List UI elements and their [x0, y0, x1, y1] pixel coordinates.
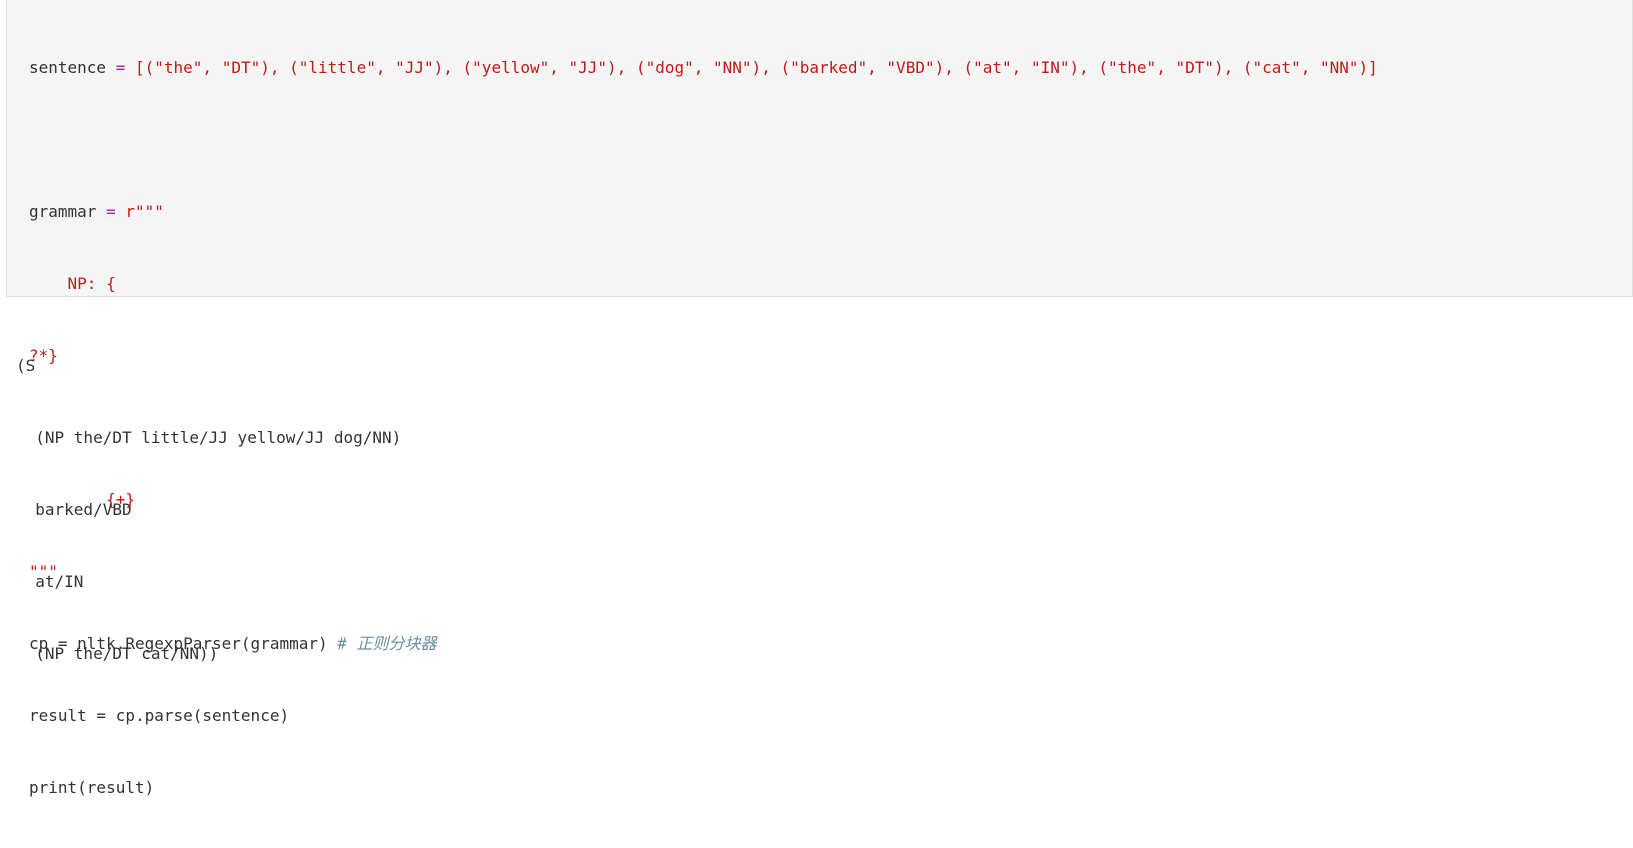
- output-line: (NP the/DT little/JJ yellow/JJ dog/NN): [16, 428, 402, 447]
- output-line: barked/VBD: [16, 500, 132, 519]
- assign-op: =: [96, 202, 126, 221]
- tuple-open: (: [780, 58, 791, 77]
- tuple-open: (: [963, 58, 974, 77]
- assign-op: =: [106, 58, 135, 77]
- list-sep: ,: [616, 58, 636, 77]
- token-tuple: ("the", "DT"),: [145, 58, 290, 77]
- token-tag: "IN": [1030, 58, 1070, 77]
- token-word: "yellow": [472, 58, 550, 77]
- token-word: "the": [1108, 58, 1157, 77]
- token-tag: "NN": [713, 58, 752, 77]
- tuple-close: ): [934, 58, 945, 77]
- code-line-1: sentence = [("the", "DT"), ("little", "J…: [29, 56, 1378, 80]
- code-line-3: grammar = r""": [29, 200, 1378, 224]
- token-word: "the": [154, 58, 203, 77]
- token-tuple: ("yellow", "JJ"),: [463, 58, 636, 77]
- tuple-close: ): [433, 58, 444, 77]
- token-tag: "DT": [221, 58, 261, 77]
- token-tuple: ("cat", "NN"): [1243, 58, 1368, 77]
- tuple-close: ): [260, 58, 270, 77]
- token-word: "barked": [790, 58, 868, 77]
- token-tag: "VBD": [886, 58, 935, 77]
- list-sep: ,: [269, 58, 290, 77]
- code-line-10: result = cp.parse(sentence): [29, 706, 290, 725]
- tuple-close: ): [751, 58, 762, 77]
- tuple-sep: ,: [693, 58, 714, 77]
- tuple-sep: ,: [549, 58, 569, 77]
- list-close: ]: [1368, 58, 1378, 77]
- token-tuple: ("barked", "VBD"),: [780, 58, 963, 77]
- output-line: (NP the/DT cat/NN)): [16, 644, 219, 663]
- sentence-var: sentence: [29, 58, 107, 77]
- tuple-sep: ,: [375, 58, 396, 77]
- tuple-close: ): [1069, 58, 1080, 77]
- raw-string-open: r""": [125, 202, 164, 221]
- token-tuple: ("dog", "NN"),: [636, 58, 781, 77]
- code-line-2-blank: [29, 128, 1378, 152]
- token-word: "dog": [645, 58, 694, 77]
- tuple-close: ): [1358, 58, 1369, 77]
- cell-output: (S (NP the/DT little/JJ yellow/JJ dog/NN…: [16, 306, 401, 690]
- tuple-open: (: [462, 58, 473, 77]
- tuple-open: (: [1098, 58, 1109, 77]
- tuple-sep: ,: [867, 58, 887, 77]
- list-sep: ,: [1079, 58, 1099, 77]
- list-sep: ,: [443, 58, 463, 77]
- code-cell[interactable]: sentence = [("the", "DT"), ("little", "J…: [6, 0, 1633, 797]
- token-tag: "NN": [1319, 58, 1359, 77]
- code-line-11: print(result): [29, 778, 155, 797]
- tuple-sep: ,: [202, 58, 222, 77]
- token-tuple: ("at", "IN"),: [964, 58, 1099, 77]
- tuple-sep: ,: [1300, 58, 1320, 77]
- output-line: at/IN: [16, 572, 84, 591]
- token-tuple: ("the", "DT"),: [1098, 58, 1243, 77]
- token-word: "at": [973, 58, 1012, 77]
- token-word: "little": [298, 58, 376, 77]
- tuple-close: ): [607, 58, 617, 77]
- tuple-open: (: [144, 58, 155, 77]
- token-tag: "JJ": [395, 58, 434, 77]
- tuple-open: (: [289, 58, 299, 77]
- code-line-4: NP: {: [29, 274, 116, 293]
- token-tag: "DT": [1175, 58, 1214, 77]
- token-tag: "JJ": [568, 58, 608, 77]
- tuple-sep: ,: [1156, 58, 1176, 77]
- tuple-close: ): [1213, 58, 1224, 77]
- tuple-open: (: [635, 58, 646, 77]
- token-word: "cat": [1252, 58, 1301, 77]
- list-open: [: [134, 58, 145, 77]
- tuple-sep: ,: [1011, 58, 1031, 77]
- token-tuple: ("little", "JJ"),: [289, 58, 462, 77]
- output-line: (S: [16, 356, 36, 375]
- tuple-open: (: [1242, 58, 1253, 77]
- list-sep: ,: [1223, 58, 1243, 77]
- token-tuples: ("the", "DT"), ("little", "JJ"), ("yello…: [145, 58, 1369, 77]
- grammar-var: grammar: [29, 202, 97, 221]
- list-sep: ,: [944, 58, 964, 77]
- list-sep: ,: [761, 58, 781, 77]
